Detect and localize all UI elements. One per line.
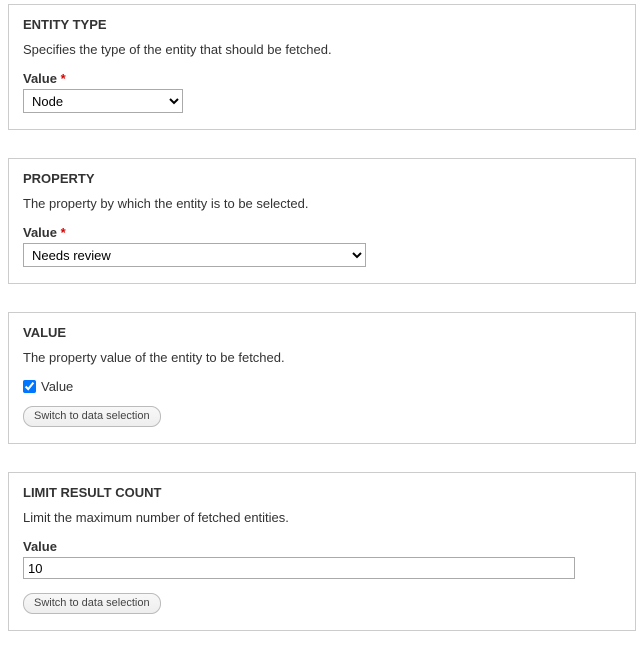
value-checkbox[interactable]: [23, 380, 36, 393]
switch-to-data-selection-button[interactable]: Switch to data selection: [23, 406, 161, 427]
entity-type-label-text: Value: [23, 71, 57, 86]
entity-type-fieldset: ENTITY TYPE Specifies the type of the en…: [8, 4, 636, 130]
entity-type-select[interactable]: Node: [23, 89, 183, 113]
property-fieldset: PROPERTY The property by which the entit…: [8, 158, 636, 284]
entity-type-value-label: Value *: [23, 71, 621, 86]
required-marker-icon: *: [61, 225, 66, 240]
value-checkbox-label: Value: [41, 379, 73, 394]
limit-value-label: Value: [23, 539, 621, 554]
property-select[interactable]: Needs review: [23, 243, 366, 267]
property-heading: PROPERTY: [23, 171, 621, 186]
switch-to-data-selection-button[interactable]: Switch to data selection: [23, 593, 161, 614]
value-heading: VALUE: [23, 325, 621, 340]
limit-fieldset: LIMIT RESULT COUNT Limit the maximum num…: [8, 472, 636, 631]
limit-value-input[interactable]: [23, 557, 575, 579]
value-checkbox-row: Value: [23, 379, 621, 394]
value-description: The property value of the entity to be f…: [23, 350, 621, 365]
limit-heading: LIMIT RESULT COUNT: [23, 485, 621, 500]
entity-type-heading: ENTITY TYPE: [23, 17, 621, 32]
limit-description: Limit the maximum number of fetched enti…: [23, 510, 621, 525]
property-description: The property by which the entity is to b…: [23, 196, 621, 211]
property-value-label: Value *: [23, 225, 621, 240]
limit-button-row: Switch to data selection: [23, 593, 621, 614]
property-label-text: Value: [23, 225, 57, 240]
entity-type-description: Specifies the type of the entity that sh…: [23, 42, 621, 57]
value-fieldset: VALUE The property value of the entity t…: [8, 312, 636, 444]
required-marker-icon: *: [61, 71, 66, 86]
